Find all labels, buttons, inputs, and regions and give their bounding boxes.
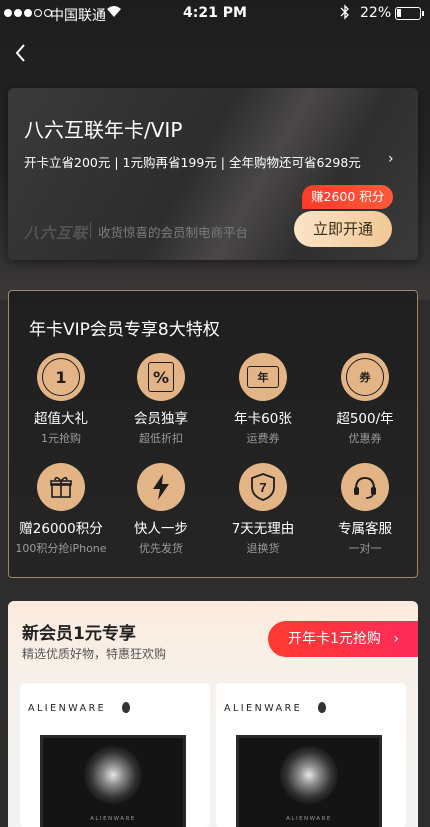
laptop-screen-brand: ALIENWARE <box>286 816 332 822</box>
chevron-right-icon[interactable]: › <box>388 151 394 167</box>
privilege-name: 7天无理由 <box>231 521 295 537</box>
vip-card: 八六互联年卡/VIP 开卡立省200元 | 1元购再省199元 | 全年购物还可… <box>8 88 418 260</box>
privilege-sub: 一对一 <box>348 542 382 555</box>
battery-percentage: 22% <box>360 5 392 21</box>
buy-button-label: 开年卡1元抢购 <box>288 631 381 647</box>
product-brand: ALIENWARE <box>224 703 303 714</box>
new-member-title: 新会员1元专享 <box>22 624 136 644</box>
privilege-item[interactable]: 年 年卡60张 运费券 <box>215 353 311 446</box>
brand-tagline: 收货惊喜的会员制电商平台 <box>98 225 249 240</box>
brand-logo: 八六互联 <box>24 224 89 242</box>
back-button[interactable] <box>8 38 38 68</box>
privilege-name: 会员独享 <box>134 411 188 427</box>
vip-benefits-text[interactable]: 开卡立省200元 | 1元购再省199元 | 全年购物还可省6298元 <box>24 152 361 171</box>
privilege-name: 年卡60张 <box>234 411 292 427</box>
privileges-section: 年卡VIP会员专享8大特权 1 超值大礼 1元抢购 % 会员独享 超低折扣 年 … <box>8 290 418 578</box>
privilege-sub: 1元抢购 <box>41 432 81 445</box>
alienware-logo-icon <box>318 702 326 713</box>
privilege-name: 超500/年 <box>336 411 394 427</box>
laptop-screen-brand: ALIENWARE <box>90 816 136 822</box>
alienware-glow-icon <box>84 746 142 804</box>
privilege-sub: 优先发货 <box>139 542 183 555</box>
earn-points-badge: 赚2600 积分 <box>302 185 394 209</box>
privileges-title: 年卡VIP会员专享8大特权 <box>29 320 220 340</box>
headset-icon <box>341 463 389 511</box>
discount-tag-icon: % <box>137 353 185 401</box>
privilege-name: 赠26000积分 <box>19 521 103 537</box>
laptop-image: ALIENWARE <box>40 735 186 827</box>
chevron-left-icon <box>15 44 25 62</box>
buy-annual-card-button[interactable]: 开年卡1元抢购 › <box>268 621 418 657</box>
product-card[interactable]: ALIENWARE ALIENWARE <box>216 683 406 827</box>
privilege-item[interactable]: 快人一步 优先发货 <box>113 463 209 556</box>
new-member-section: 新会员1元专享 精选优质好物，特惠狂欢购 开年卡1元抢购 › ALIENWARE… <box>8 601 418 827</box>
coupon-icon: 券 <box>341 353 389 401</box>
alienware-logo-icon <box>122 702 130 713</box>
shield-seven-icon: 7 <box>239 463 287 511</box>
privilege-item[interactable]: 券 超500/年 优惠券 <box>317 353 413 446</box>
privilege-item[interactable]: 7 7天无理由 退换货 <box>215 463 311 556</box>
number-one-icon: 1 <box>37 353 85 401</box>
privilege-sub: 超低折扣 <box>139 432 183 445</box>
privilege-sub: 100积分抢iPhone <box>15 542 107 555</box>
svg-text:7: 7 <box>259 480 266 495</box>
divider <box>90 222 91 238</box>
ticket-icon: 年 <box>239 353 287 401</box>
privilege-sub: 优惠券 <box>348 432 382 445</box>
privilege-sub: 运费券 <box>246 432 280 445</box>
product-card[interactable]: ALIENWARE ALIENWARE <box>20 683 210 827</box>
lightning-icon <box>137 463 185 511</box>
bluetooth-icon <box>340 4 350 24</box>
privilege-item[interactable]: 1 超值大礼 1元抢购 <box>13 353 109 446</box>
privilege-item[interactable]: % 会员独享 超低折扣 <box>113 353 209 446</box>
status-bar: 中国联通 4:21 PM 22% <box>0 0 430 28</box>
open-membership-button[interactable]: 立即开通 <box>294 211 392 247</box>
product-brand: ALIENWARE <box>28 703 107 714</box>
privilege-sub: 退换货 <box>246 542 280 555</box>
new-member-subtitle: 精选优质好物，特惠狂欢购 <box>22 647 167 661</box>
gift-icon <box>37 463 85 511</box>
laptop-image: ALIENWARE <box>236 735 382 827</box>
battery-tip <box>422 11 424 16</box>
vip-card-title: 八六互联年卡/VIP <box>24 118 183 142</box>
privilege-name: 专属客服 <box>338 521 392 537</box>
privilege-item[interactable]: 专属客服 一对一 <box>317 463 413 556</box>
alienware-glow-icon <box>280 746 338 804</box>
privilege-item[interactable]: 赠26000积分 100积分抢iPhone <box>13 463 109 556</box>
chevron-right-icon: › <box>393 631 399 647</box>
battery-icon <box>395 7 421 20</box>
privilege-name: 超值大礼 <box>34 411 88 427</box>
privilege-name: 快人一步 <box>134 521 188 537</box>
